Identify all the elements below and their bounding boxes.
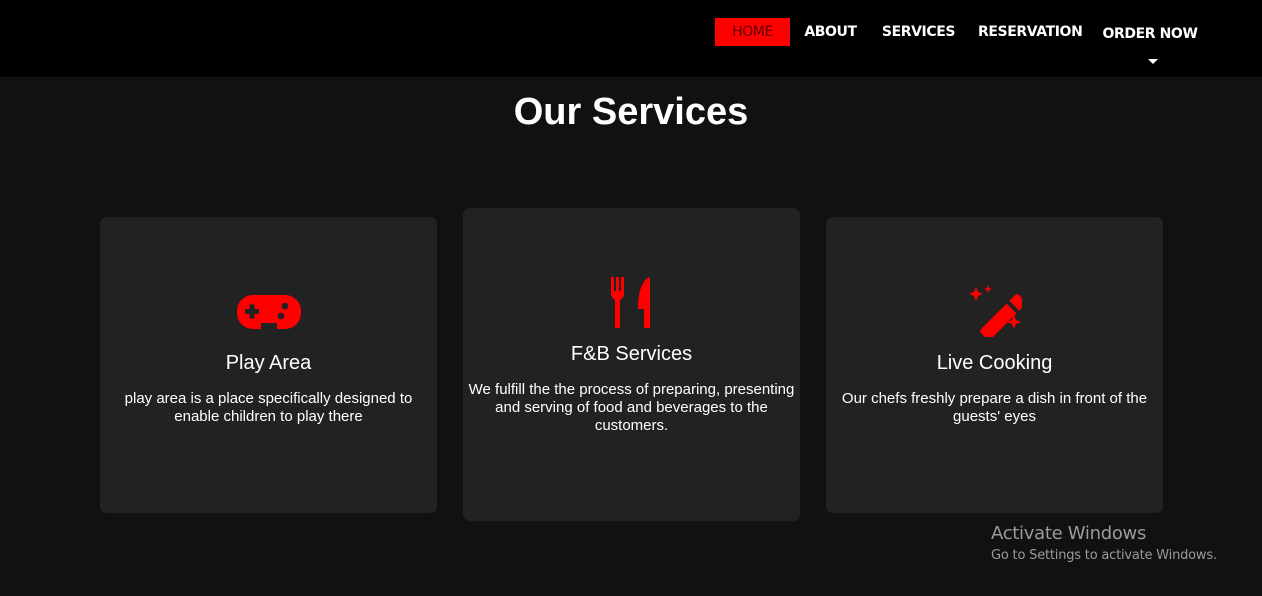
gamepad-icon [100,295,437,334]
magic-wand-icon [826,285,1163,342]
watermark-title: Activate Windows [991,523,1147,544]
activate-windows-watermark: Activate Windows Go to Settings to activ… [991,522,1217,566]
navbar: HOME ABOUT SERVICES RESERVATION ORDER NO… [0,0,1262,77]
nav-order-now-dropdown[interactable]: ORDER NOW [1101,20,1199,64]
service-description: We fulfill the the process of preparing,… [468,381,795,434]
service-card-play-area: Play Area play area is a place specifica… [100,217,437,513]
utensils-icon [463,277,800,334]
service-title: Live Cooking [936,352,1053,374]
service-card-live-cooking: Live Cooking Our chefs freshly prepare a… [826,217,1163,513]
nav-services-link[interactable]: SERVICES [881,18,956,46]
nav-home-link[interactable]: HOME [715,18,790,46]
watermark-subtitle: Go to Settings to activate Windows. [991,548,1217,563]
service-card-fb-services: F&B Services We fulfill the the process … [463,208,800,521]
service-description: Our chefs freshly prepare a dish in fron… [841,390,1148,425]
nav-about-link[interactable]: ABOUT [803,18,858,46]
page-title: Our Services [513,91,749,133]
caret-down-icon [1147,58,1158,64]
nav-order-now-label: ORDER NOW [1102,26,1198,42]
service-title: F&B Services [570,343,693,365]
nav-reservation-link[interactable]: RESERVATION [978,18,1083,46]
service-description: play area is a place specifically design… [124,390,413,425]
service-title: Play Area [225,352,312,374]
